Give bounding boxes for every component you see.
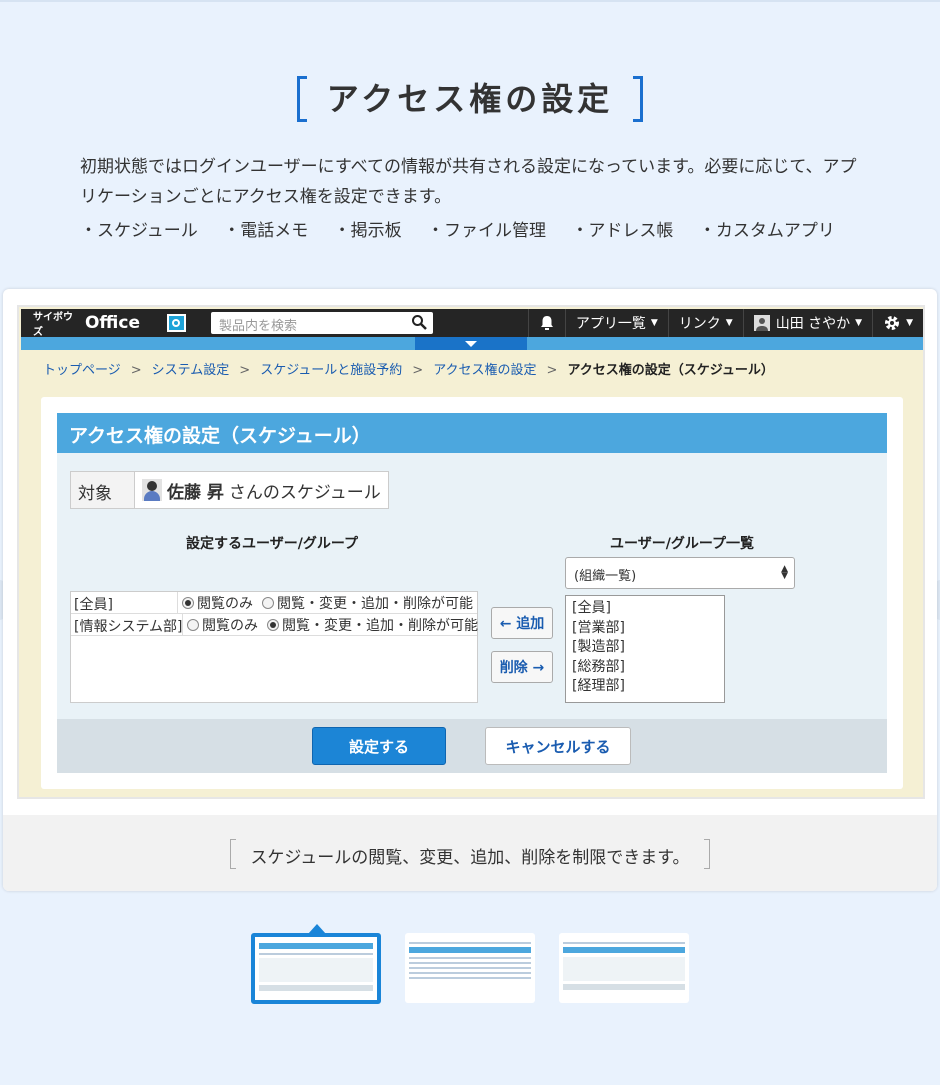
set-users-heading: 設定するユーザー/グループ bbox=[186, 536, 358, 552]
thumbnail-2[interactable] bbox=[405, 933, 535, 1003]
user-menu-button[interactable]: 山田 さやか ▼ bbox=[742, 309, 872, 337]
page-title: アクセス権の設定 bbox=[326, 80, 614, 118]
feature-item: ・ファイル管理 bbox=[427, 221, 547, 241]
panel-title: アクセス権の設定（スケジュール） bbox=[57, 413, 887, 453]
feature-item: ・電話メモ bbox=[223, 221, 309, 241]
submit-button[interactable]: 設定する bbox=[312, 727, 446, 765]
apps-menu-label: アプリ一覧 bbox=[575, 316, 646, 332]
search-input[interactable]: 製品内を検索 bbox=[211, 312, 433, 334]
list-item[interactable]: [全員] bbox=[572, 599, 718, 619]
breadcrumb-link[interactable]: スケジュールと施設予約 bbox=[260, 363, 402, 378]
list-item[interactable]: [総務部] bbox=[572, 658, 718, 678]
table-row: [情報システム部] 閲覧のみ 閲覧・変更・追加・削除が可能 bbox=[71, 614, 478, 636]
breadcrumb-link[interactable]: システム設定 bbox=[152, 363, 230, 378]
feature-item: ・スケジュール bbox=[80, 221, 198, 241]
feature-item: ・カスタムアプリ bbox=[698, 221, 835, 241]
nav-right: アプリ一覧 ▼ リンク ▼ 山田 さやか ▼ ▼ bbox=[527, 309, 923, 337]
target-box: 対象 佐藤 昇 さんのスケジュール bbox=[70, 471, 389, 509]
option-label: 閲覧・変更・追加・削除が可能 bbox=[277, 595, 473, 612]
permission-table: [全員] 閲覧のみ 閲覧・変更・追加・削除が可能 [情報システム部] 閲覧のみ … bbox=[70, 591, 478, 703]
bracket-right-icon bbox=[633, 76, 644, 122]
caret-down-icon: ▼ bbox=[906, 318, 913, 328]
thumbnail-3[interactable] bbox=[559, 933, 689, 1003]
avatar-icon bbox=[142, 479, 162, 501]
breadcrumb-link[interactable]: アクセス権の設定 bbox=[433, 363, 536, 378]
caret-down-icon: ▼ bbox=[650, 318, 658, 328]
section-heading: アクセス権の設定 bbox=[0, 76, 940, 122]
notification-button[interactable] bbox=[527, 309, 565, 337]
intro-text: 初期状態ではログインユーザーにすべての情報が共有される設定になっています。必要に… bbox=[80, 157, 857, 207]
chevron-right-icon: > bbox=[412, 363, 424, 378]
search-icon[interactable] bbox=[411, 314, 427, 330]
full-access-radio[interactable] bbox=[262, 596, 274, 609]
thumbnail-1[interactable] bbox=[251, 933, 381, 1004]
gear-icon bbox=[885, 316, 900, 330]
links-menu-button[interactable]: リンク ▼ bbox=[667, 309, 743, 337]
option-label: 閲覧・変更・追加・削除が可能 bbox=[282, 617, 478, 634]
app-screenshot: サイボウズ Office 製品内を検索 アプリ一覧 ▼ リンク ▼ 山田 さやか ▼ … bbox=[17, 305, 925, 799]
cancel-button[interactable]: キャンセルする bbox=[485, 727, 631, 765]
bracket-left-icon bbox=[296, 76, 307, 122]
list-item[interactable]: [営業部] bbox=[572, 619, 718, 639]
app-logo[interactable]: サイボウズ Office bbox=[21, 308, 186, 338]
row-options: 閲覧のみ 閲覧・変更・追加・削除が可能 bbox=[183, 614, 482, 635]
office-icon[interactable] bbox=[166, 314, 186, 332]
table-row: [全員] 閲覧のみ 閲覧・変更・追加・削除が可能 bbox=[71, 592, 477, 614]
user-name: 山田 さやか bbox=[775, 316, 851, 332]
view-only-radio[interactable] bbox=[187, 618, 199, 631]
feature-item: ・アドレス帳 bbox=[571, 221, 674, 241]
row-options: 閲覧のみ 閲覧・変更・追加・削除が可能 bbox=[178, 592, 477, 613]
settings-button[interactable]: ▼ bbox=[872, 309, 923, 337]
top-nav: サイボウズ Office 製品内を検索 アプリ一覧 ▼ リンク ▼ 山田 さやか ▼ … bbox=[21, 308, 923, 338]
select-value: (組織一覧) bbox=[574, 569, 637, 584]
view-only-radio[interactable] bbox=[182, 596, 194, 609]
feature-list: ・スケジュール ・電話メモ ・掲示板 ・ファイル管理 ・アドレス帳 ・カスタムア… bbox=[80, 216, 855, 246]
target-value: 佐藤 昇 さんのスケジュール bbox=[135, 472, 388, 508]
add-button[interactable]: ← 追加 bbox=[491, 607, 553, 639]
option-label: 閲覧のみ bbox=[202, 617, 258, 634]
group-select[interactable]: (組織一覧) ▲ ▼ bbox=[565, 557, 795, 589]
chevron-right-icon: > bbox=[239, 363, 251, 378]
settings-panel: アクセス権の設定（スケジュール） 対象 佐藤 昇 さんのスケジュール 設定するユ… bbox=[41, 397, 903, 789]
bracket-left-icon bbox=[230, 839, 237, 869]
triangle-down-icon bbox=[465, 340, 477, 347]
caption-bar: スケジュールの閲覧、変更、追加、削除を制限できます。 bbox=[3, 815, 937, 891]
row-name[interactable]: [情報システム部] bbox=[71, 614, 183, 635]
caret-down-icon: ▼ bbox=[855, 318, 863, 328]
breadcrumb-current: アクセス権の設定（スケジュール） bbox=[567, 363, 774, 378]
search-placeholder: 製品内を検索 bbox=[219, 319, 298, 334]
bell-icon bbox=[540, 316, 553, 330]
list-item[interactable]: [製造部] bbox=[572, 638, 718, 658]
bracket-right-icon bbox=[703, 839, 710, 869]
select-arrows-icon: ▲ ▼ bbox=[781, 564, 788, 581]
remove-button[interactable]: 削除 → bbox=[491, 651, 553, 683]
list-item[interactable]: [経理部] bbox=[572, 677, 718, 697]
apps-menu-button[interactable]: アプリ一覧 ▼ bbox=[564, 309, 668, 337]
user-icon bbox=[753, 315, 770, 331]
group-listbox[interactable]: [全員] [営業部] [製造部] [総務部] [経理部] bbox=[565, 595, 725, 703]
row-name[interactable]: [全員] bbox=[71, 592, 178, 613]
caption: スケジュールの閲覧、変更、追加、削除を制限できます。 bbox=[3, 839, 937, 872]
caret-down-icon: ▼ bbox=[725, 318, 733, 328]
logo-big-text: Office bbox=[84, 313, 140, 333]
target-suffix: さんのスケジュール bbox=[228, 482, 381, 503]
links-menu-label: リンク bbox=[678, 316, 721, 332]
full-access-radio[interactable] bbox=[267, 618, 279, 631]
top-divider bbox=[0, 0, 940, 2]
breadcrumb: トップページ > システム設定 > スケジュールと施設予約 > アクセス権の設定 > アクセス権… bbox=[43, 359, 774, 378]
caption-text: スケジュールの閲覧、変更、追加、削除を制限できます。 bbox=[250, 848, 690, 868]
panel-body: 対象 佐藤 昇 さんのスケジュール 設定するユーザー/グループ ユーザー/グルー… bbox=[57, 453, 887, 719]
logo-small-text: サイボウズ bbox=[33, 312, 73, 338]
target-name[interactable]: 佐藤 昇 bbox=[167, 478, 224, 503]
dropdown-tab[interactable] bbox=[415, 337, 527, 350]
chevron-right-icon: > bbox=[130, 363, 142, 378]
chevron-right-icon: > bbox=[546, 363, 558, 378]
target-label: 対象 bbox=[71, 472, 135, 508]
user-list-heading: ユーザー/グループ一覧 bbox=[610, 536, 754, 552]
option-label: 閲覧のみ bbox=[197, 595, 253, 612]
panel-footer: 設定する キャンセルする bbox=[57, 719, 887, 773]
breadcrumb-link[interactable]: トップページ bbox=[43, 363, 121, 378]
feature-item: ・掲示板 bbox=[333, 221, 402, 241]
